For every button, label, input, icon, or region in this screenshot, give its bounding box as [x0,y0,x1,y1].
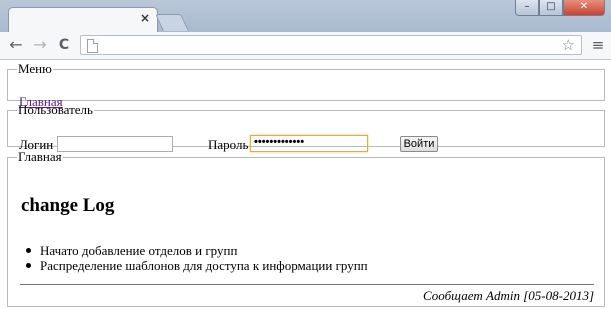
posted-by: Сообщает Admin [05-08-2013] [423,288,594,303]
bookmark-star-icon[interactable]: ☆ [562,36,575,54]
reload-icon[interactable]: C [54,35,74,55]
browser-toolbar: ← → C ☆ ≡ [0,32,611,60]
user-legend: Пользователь [18,102,93,117]
chrome-menu-icon[interactable]: ≡ [589,35,607,55]
browser-tab[interactable]: × [8,7,158,32]
page-icon [87,39,98,53]
address-bar[interactable]: ☆ [80,35,582,55]
page-content: Меню Главная Пользователь Логин Пароль •… [0,60,611,309]
maximize-icon[interactable]: □ [539,0,563,16]
forward-icon[interactable]: → [30,35,50,55]
main-fieldset: Главная change Log Начато добавление отд… [7,149,605,307]
menu-fieldset: Меню Главная [7,61,605,109]
divider [20,284,594,285]
menu-legend: Меню [18,61,52,76]
changelog-list: Начато добавление отделов и групп Распре… [26,243,368,273]
user-fieldset: Пользователь Логин Пароль ••••••••••••• … [7,102,605,152]
list-item: Начато добавление отделов и групп [26,243,368,258]
minimize-icon[interactable]: – [515,0,539,16]
window-controls: – □ ✕ [515,0,605,16]
changelog-heading: change Log [21,195,115,216]
window-close-icon[interactable]: ✕ [563,0,605,16]
main-legend: Главная [18,149,62,164]
browser-tab-strip: × – □ ✕ [0,0,611,33]
back-icon[interactable]: ← [6,35,26,55]
tab-close-icon[interactable]: × [140,11,150,25]
new-tab-button[interactable] [155,14,189,31]
list-item: Распределение шаблонов для доступа к инф… [26,258,368,273]
